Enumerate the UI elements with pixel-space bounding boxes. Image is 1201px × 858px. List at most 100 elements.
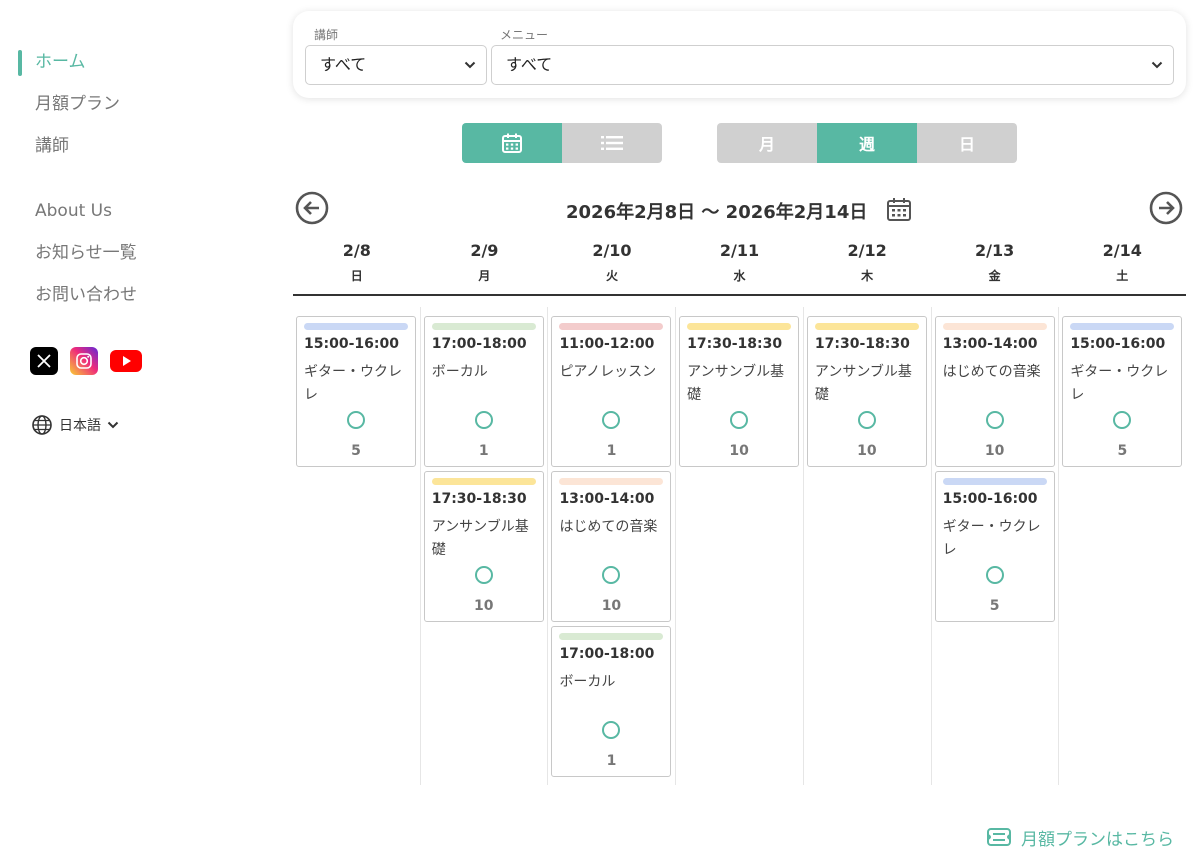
event-card[interactable]: 13:00-14:00 はじめての音楽 10 bbox=[551, 471, 672, 622]
event-card[interactable]: 17:30-18:30 アンサンブル基礎 10 bbox=[423, 471, 544, 622]
language-selector[interactable]: 日本語 bbox=[31, 414, 119, 436]
event-color-bar bbox=[431, 323, 536, 330]
event-card[interactable]: 13:00-14:00 はじめての音楽 10 bbox=[934, 316, 1055, 467]
event-count: 5 bbox=[1117, 443, 1128, 459]
availability-icon bbox=[1113, 411, 1132, 429]
event-title: ピアノレッスン bbox=[559, 364, 657, 380]
date-picker-button[interactable] bbox=[886, 196, 912, 226]
event-card[interactable]: 15:00-16:00 ギター・ウクレレ 5 bbox=[1062, 316, 1183, 467]
day-header: 2/13 金 bbox=[931, 240, 1059, 284]
day-date: 2/14 bbox=[1102, 241, 1142, 260]
availability-icon bbox=[602, 411, 621, 429]
availability-icon bbox=[985, 411, 1004, 429]
day-column: 11:00-12:00 ピアノレッスン 1 13:00-14:00 はじめての音楽 10 1… bbox=[548, 307, 677, 785]
calendar-icon bbox=[887, 198, 911, 221]
week-range: 2026年2月8日 〜 2026年2月14日 bbox=[566, 202, 868, 223]
nav-home[interactable]: ホーム bbox=[18, 46, 120, 88]
list-icon bbox=[601, 136, 623, 150]
menu-select-value: すべて bbox=[506, 55, 553, 74]
arrow-right-icon bbox=[1149, 191, 1183, 225]
event-count: 10 bbox=[984, 443, 1005, 459]
event-time: 17:00-18:00 bbox=[559, 646, 655, 662]
nav-about-us[interactable]: About Us bbox=[18, 195, 137, 237]
event-card[interactable]: 17:00-18:00 ボーカル 1 bbox=[551, 626, 672, 777]
event-count: 5 bbox=[989, 598, 1000, 614]
event-time: 17:30-18:30 bbox=[431, 491, 527, 507]
menu-label: メニュー bbox=[500, 28, 549, 42]
availability-icon bbox=[474, 566, 493, 584]
event-title: ギター・ウクレレ bbox=[942, 519, 1041, 558]
event-card[interactable]: 17:00-18:00 ボーカル 1 bbox=[423, 316, 544, 467]
event-card[interactable]: 17:30-18:30 アンサンブル基礎 10 bbox=[679, 316, 800, 467]
event-count: 5 bbox=[351, 443, 361, 459]
monthly-plan-link[interactable]: 月額プランはこちら bbox=[985, 824, 1174, 850]
day-weekday: 土 bbox=[1116, 269, 1129, 283]
next-week-button[interactable] bbox=[1149, 191, 1183, 225]
day-column: 17:30-18:30 アンサンブル基礎 10 bbox=[676, 307, 804, 785]
event-title: アンサンブル基礎 bbox=[814, 364, 912, 403]
calendar-view-button[interactable] bbox=[462, 123, 562, 163]
day-weekday: 火 bbox=[605, 269, 618, 283]
teacher-select[interactable]: すべて bbox=[305, 45, 487, 85]
day-column: 13:00-14:00 はじめての音楽 10 15:00-16:00 ギター・ウクレレ 5 bbox=[932, 307, 1060, 785]
day-header: 2/8 日 bbox=[293, 240, 421, 284]
day-header: 2/12 木 bbox=[803, 240, 931, 284]
globe-icon bbox=[32, 415, 52, 435]
event-color-bar bbox=[687, 323, 792, 330]
event-card[interactable]: 15:00-16:00 ギター・ウクレレ 5 bbox=[934, 471, 1055, 622]
language-label: 日本語 bbox=[59, 418, 101, 434]
event-time: 15:00-16:00 bbox=[304, 336, 399, 352]
event-count: 10 bbox=[601, 598, 622, 614]
arrow-left-icon bbox=[295, 191, 329, 225]
nav-teachers[interactable]: 講師 bbox=[18, 130, 120, 172]
event-color-bar bbox=[304, 323, 408, 330]
list-view-button[interactable] bbox=[562, 123, 662, 163]
secondary-nav: About Us お知らせ一覧 お問い合わせ bbox=[18, 195, 137, 321]
youtube-icon[interactable] bbox=[110, 347, 142, 375]
event-count: 10 bbox=[473, 598, 494, 614]
event-time: 13:00-14:00 bbox=[942, 336, 1038, 352]
day-header: 2/10 火 bbox=[548, 240, 676, 284]
x-icon[interactable] bbox=[30, 347, 58, 375]
nav-contact[interactable]: お問い合わせ bbox=[18, 279, 137, 321]
nav-news[interactable]: お知らせ一覧 bbox=[18, 237, 137, 279]
day-header: 2/14 土 bbox=[1058, 240, 1186, 284]
teacher-label: 講師 bbox=[314, 28, 339, 42]
event-time: 17:00-18:00 bbox=[431, 336, 527, 352]
event-time: 13:00-14:00 bbox=[559, 491, 655, 507]
day-date: 2/8 bbox=[342, 241, 371, 260]
event-color-bar bbox=[559, 633, 664, 640]
availability-icon bbox=[602, 566, 621, 584]
nav-monthly-plan[interactable]: 月額プラン bbox=[18, 88, 120, 130]
day-column: 17:00-18:00 ボーカル 1 17:30-18:30 アンサンブル基礎 10 bbox=[421, 307, 549, 785]
menu-select[interactable]: すべて bbox=[491, 45, 1174, 85]
event-color-bar bbox=[559, 478, 664, 485]
week-button[interactable]: 週 bbox=[817, 123, 917, 163]
event-card[interactable]: 15:00-16:00 ギター・ウクレレ 5 bbox=[296, 316, 416, 467]
instagram-icon[interactable] bbox=[70, 347, 98, 375]
chevron-down-icon bbox=[464, 61, 476, 69]
event-time: 11:00-12:00 bbox=[559, 336, 655, 352]
week-grid: 15:00-16:00 ギター・ウクレレ 5 17:00-18:00 ボーカル 1 17:… bbox=[293, 307, 1186, 785]
event-color-bar bbox=[559, 323, 664, 330]
event-title: はじめての音楽 bbox=[559, 519, 658, 535]
prev-week-button[interactable] bbox=[295, 191, 329, 225]
event-color-bar bbox=[431, 478, 536, 485]
event-title: ボーカル bbox=[559, 674, 616, 690]
availability-icon bbox=[347, 411, 365, 429]
day-weekday: 水 bbox=[733, 269, 746, 283]
month-button[interactable]: 月 bbox=[717, 123, 817, 163]
event-count: 1 bbox=[606, 443, 617, 459]
day-weekday: 金 bbox=[988, 269, 1001, 283]
day-button[interactable]: 日 bbox=[917, 123, 1017, 163]
day-column: 17:30-18:30 アンサンブル基礎 10 bbox=[804, 307, 932, 785]
availability-icon bbox=[730, 411, 749, 429]
monthly-plan-link-label: 月額プランはこちら bbox=[1021, 829, 1174, 850]
calendar-icon bbox=[502, 133, 522, 153]
event-count: 1 bbox=[606, 753, 617, 769]
event-title: アンサンブル基礎 bbox=[687, 364, 785, 403]
social-links bbox=[30, 347, 142, 375]
event-card[interactable]: 11:00-12:00 ピアノレッスン 1 bbox=[551, 316, 672, 467]
event-card[interactable]: 17:30-18:30 アンサンブル基礎 10 bbox=[806, 316, 927, 467]
chevron-down-icon bbox=[107, 421, 119, 429]
